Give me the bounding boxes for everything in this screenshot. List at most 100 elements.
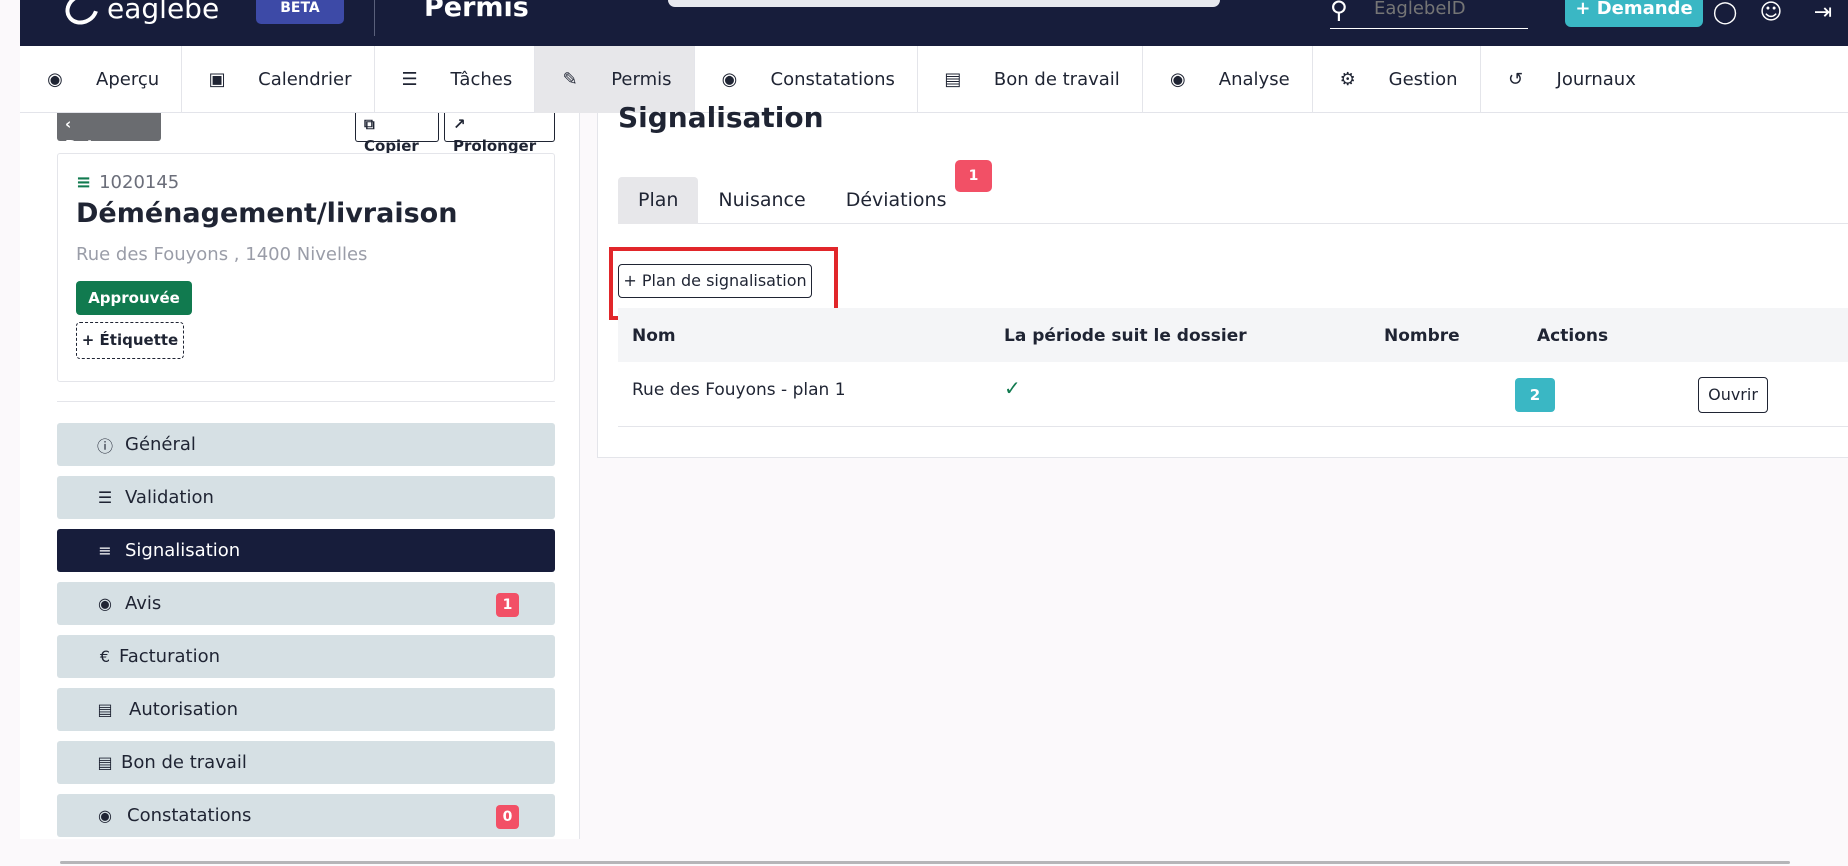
eaglebe-id-search: ⚲	[1330, 0, 1528, 29]
eagle-logo-icon	[59, 0, 105, 30]
history-icon: ↺	[1508, 69, 1524, 90]
globe-icon[interactable]: ◯	[1710, 0, 1740, 28]
permit-id-value: 1020145	[99, 172, 180, 193]
nav-label: Bon de travail	[993, 69, 1120, 90]
add-tag-button[interactable]: + Étiquette	[76, 322, 184, 359]
back-button[interactable]: ‹ Retourner	[57, 113, 161, 155]
gauge-icon: ◉	[47, 69, 63, 90]
section-constatations[interactable]: ◉ Constatations 0	[57, 794, 555, 837]
eye-icon: ◉	[721, 69, 738, 90]
nav-label: Constatations	[770, 69, 895, 90]
nav-journaux[interactable]: ↺ Journaux	[1481, 46, 1658, 113]
nav-label: Analyse	[1218, 69, 1290, 90]
section-label: Bon de travail	[121, 752, 247, 773]
add-signage-plan-button[interactable]: + Plan de signalisation	[618, 264, 812, 298]
table-row: Rue des Fouyons - plan 1 ✓ 2 Ouvrir	[618, 362, 1848, 427]
copy-icon: ⧉	[364, 115, 375, 133]
nav-label: Calendrier	[258, 69, 352, 90]
signpost-icon: ≡	[98, 541, 112, 560]
beta-badge: BETA	[256, 0, 344, 24]
new-request-button[interactable]: + Demande	[1565, 0, 1703, 27]
eye-icon: ◉	[98, 806, 112, 825]
info-icon: ⓘ	[96, 436, 113, 456]
column-header: Nombre	[1384, 326, 1460, 346]
nav-label: Gestion	[1388, 69, 1458, 90]
permit-address: Rue des Fouyons , 1400 Nivelles	[76, 244, 368, 265]
tasks-icon: ☰	[401, 69, 418, 90]
main-nav: ◉ Aperçu ▣ Calendrier ☰ Tâches ✎ Permis …	[20, 46, 1848, 113]
section-label: Validation	[125, 487, 214, 508]
nav-calendrier[interactable]: ▣ Calendrier	[182, 46, 375, 113]
permit-title: Déménagement/livraison	[76, 198, 458, 229]
column-header: Nom	[632, 326, 676, 346]
document-icon: ▤	[944, 69, 962, 90]
permit-summary-card: ≡ 1020145 Déménagement/livraison Rue des …	[57, 153, 555, 382]
avis-count-badge: 1	[496, 593, 519, 617]
calendar-icon: ▣	[208, 69, 226, 90]
column-header: Actions	[1537, 326, 1609, 346]
permit-icon: ✎	[562, 69, 578, 90]
section-label: Facturation	[119, 646, 221, 667]
global-search-bar[interactable]	[668, 0, 1220, 7]
section-signalisation[interactable]: ≡ Signalisation	[57, 529, 555, 572]
logout-icon[interactable]: ⇥	[1808, 0, 1838, 28]
nav-label: Permis	[611, 69, 672, 90]
copy-button[interactable]: ⧉ Copier	[355, 113, 439, 155]
module-title: Permis	[424, 0, 529, 23]
user-icon[interactable]: ☺	[1756, 0, 1786, 28]
extend-button[interactable]: ↗ Prolonger	[444, 113, 555, 155]
file-check-icon: ▤	[97, 700, 113, 719]
search-icon[interactable]: ⚲	[1330, 0, 1348, 24]
section-validation[interactable]: ☰ Validation	[57, 476, 555, 519]
section-label: Avis	[125, 593, 162, 614]
nav-gestion[interactable]: ⚙ Gestion	[1313, 46, 1481, 113]
tab-deviations[interactable]: Déviations	[826, 177, 967, 224]
section-avis[interactable]: ◉ Avis 1	[57, 582, 555, 625]
eaglebe-id-input[interactable]	[1374, 0, 1514, 20]
section-autorisation[interactable]: ▤ Autorisation	[57, 688, 555, 731]
signpost-icon: ≡	[76, 172, 92, 193]
nav-apercu[interactable]: ◉ Aperçu	[20, 46, 183, 113]
divider	[57, 401, 555, 402]
count-badge: 2	[1515, 378, 1555, 412]
nav-taches[interactable]: ☰ Tâches	[375, 46, 536, 113]
top-bar: eaglebe BETA Permis ⚲ + Demande ◯ ☺ ⇥	[20, 0, 1848, 46]
section-bon-de-travail[interactable]: ▤ Bon de travail	[57, 741, 555, 784]
tab-bar: Plan Nuisance Déviations	[618, 177, 1848, 224]
scrollbar-thumb[interactable]	[60, 861, 1790, 864]
status-badge: Approuvée	[76, 281, 192, 315]
open-plan-button[interactable]: Ouvrir	[1698, 377, 1768, 413]
permit-id: ≡ 1020145	[76, 172, 179, 193]
table-header: Nom La période suit le dossier Nombre Ac…	[618, 308, 1848, 362]
constatations-count-badge: 0	[496, 805, 519, 829]
deviations-count-badge: 1	[955, 160, 992, 192]
section-label: Général	[125, 434, 196, 455]
horizontal-scrollbar[interactable]	[0, 839, 1848, 866]
section-general[interactable]: ⓘ Général	[57, 423, 555, 466]
topbar-divider	[374, 0, 375, 36]
tab-plan[interactable]: Plan	[618, 177, 699, 224]
section-label: Constatations	[127, 805, 252, 826]
section-title: Signalisation	[618, 101, 824, 134]
nav-bon-de-travail[interactable]: ▤ Bon de travail	[918, 46, 1143, 113]
section-facturation[interactable]: € Facturation	[57, 635, 555, 678]
section-label: Autorisation	[129, 699, 239, 720]
app-logo[interactable]: eaglebe	[59, 0, 220, 30]
plan-name: Rue des Fouyons - plan 1	[632, 380, 846, 400]
comment-icon: ◉	[98, 594, 112, 613]
nav-analyse[interactable]: ◉ Analyse	[1143, 46, 1313, 113]
chevron-left-icon: ‹	[65, 115, 72, 133]
logo-text: eaglebe	[107, 0, 220, 25]
column-header: La période suit le dossier	[1004, 326, 1247, 346]
signalisation-panel: Signalisation Plan Nuisance Déviations 1…	[597, 101, 1848, 458]
nav-label: Journaux	[1556, 69, 1636, 90]
gears-icon: ⚙	[1339, 69, 1356, 90]
check-icon: ✓	[1004, 376, 1021, 400]
section-label: Signalisation	[125, 540, 241, 561]
euro-icon: €	[99, 647, 111, 666]
nav-label: Aperçu	[96, 69, 160, 90]
permit-sidebar: ‹ Retourner ⧉ Copier ↗ Prolonger ≡ 102014…	[20, 113, 580, 839]
document-icon: ▤	[97, 753, 113, 772]
tab-nuisance[interactable]: Nuisance	[698, 177, 825, 224]
checklist-icon: ☰	[97, 488, 113, 507]
